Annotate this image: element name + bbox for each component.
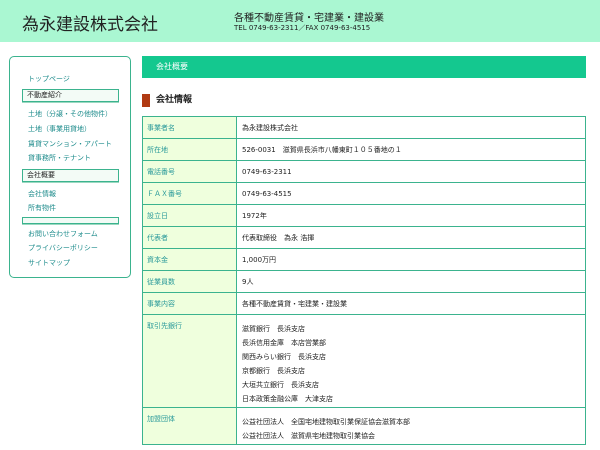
- sidebar-link-top[interactable]: トップページ: [28, 75, 70, 84]
- sidebar-item-sitemap[interactable]: サイトマップ: [28, 259, 70, 268]
- row-value: 各種不動産賃貸・宅建業・建設業: [242, 300, 347, 308]
- row-label: 資本金: [147, 256, 168, 264]
- sidebar-item-company-info[interactable]: 会社情報: [28, 190, 56, 199]
- row-value: 1972年: [242, 212, 267, 220]
- sidebar-item-properties[interactable]: 所有物件: [28, 204, 56, 213]
- table-row: 資本金 1,000万円: [143, 249, 585, 271]
- sidebar-item-privacy-policy[interactable]: プライバシーポリシー: [28, 244, 98, 253]
- page-banner: 会社概要: [142, 56, 586, 78]
- sidebar-item-land-business[interactable]: 土地（事業用貸地）: [28, 125, 91, 134]
- row-label: 事業内容: [147, 300, 175, 308]
- header-tagline: 各種不動産賃貸・宅建業・建設業: [234, 13, 384, 24]
- table-row: 電話番号 0749-63-2311: [143, 161, 585, 183]
- table-row: 事業者名 為永建設株式会社: [143, 116, 585, 139]
- row-value: 0749-63-4515: [242, 190, 292, 198]
- sidebar-heading-real-estate: 不動産紹介: [22, 89, 119, 102]
- row-label: 代表者: [147, 234, 168, 242]
- table-row: 代表者 代表取締役 為永 浩揮: [143, 227, 585, 249]
- table-row: 事業内容 各種不動産賃貸・宅建業・建設業: [143, 293, 585, 315]
- row-label: 取引先銀行: [147, 322, 182, 330]
- row-value: 滋賀銀行 長浜支店 長浜信用金庫 本店営業部 関西みらい銀行 長浜支店 京都銀行…: [242, 325, 333, 403]
- table-row: 加盟団体 公益社団法人 全国宅地建物取引業保証協会滋賀本部 公益社団法人 滋賀県…: [143, 408, 585, 445]
- sidebar-item-offices[interactable]: 貸事務所・テナント: [28, 154, 91, 163]
- sidebar-item-apartments[interactable]: 賃貸マンション・アパート: [28, 140, 112, 149]
- sidebar-heading-company: 会社概要: [22, 169, 119, 182]
- table-row: 取引先銀行 滋賀銀行 長浜支店 長浜信用金庫 本店営業部 関西みらい銀行 長浜支…: [143, 315, 585, 408]
- row-value: 526-0031 滋賀県長浜市八幡東町１０５番地の１: [242, 146, 402, 154]
- row-label: 事業者名: [147, 124, 175, 132]
- row-value: 1,000万円: [242, 256, 277, 264]
- header-contact: TEL 0749-63-2311／FAX 0749-63-4515: [234, 24, 371, 32]
- section-title: 会社情報: [156, 95, 193, 105]
- row-label: 従業員数: [147, 278, 175, 286]
- sidebar-nav: トップページ 不動産紹介 土地（分譲・その他物件） 土地（事業用貸地） 賃貸マン…: [9, 56, 131, 278]
- page-title: 会社概要: [156, 62, 188, 71]
- company-info-table: 事業者名 為永建設株式会社 所在地 526-0031 滋賀県長浜市八幡東町１０５…: [142, 116, 586, 445]
- sidebar-item-contact-form[interactable]: お問い合わせフォーム: [28, 230, 98, 239]
- row-label: 設立日: [147, 212, 168, 220]
- table-row: ＦＡＸ番号 0749-63-4515: [143, 183, 585, 205]
- company-logo-text[interactable]: 為永建設株式会社: [22, 10, 158, 35]
- row-value: 9人: [242, 278, 254, 286]
- row-value: 0749-63-2311: [242, 168, 292, 176]
- table-row: 所在地 526-0031 滋賀県長浜市八幡東町１０５番地の１: [143, 139, 585, 161]
- row-label: ＦＡＸ番号: [147, 190, 182, 198]
- row-value: 代表取締役 為永 浩揮: [242, 234, 315, 242]
- row-label: 電話番号: [147, 168, 175, 176]
- section-marker: [142, 94, 150, 107]
- table-row: 設立日 1972年: [143, 205, 585, 227]
- sidebar-heading-empty: [22, 217, 119, 224]
- sidebar-item-land-sale[interactable]: 土地（分譲・その他物件）: [28, 110, 112, 119]
- site-header: 為永建設株式会社 各種不動産賃貸・宅建業・建設業 TEL 0749-63-231…: [0, 0, 600, 42]
- row-label: 加盟団体: [147, 415, 175, 423]
- row-label: 所在地: [147, 146, 168, 154]
- row-value: 公益社団法人 全国宅地建物取引業保証協会滋賀本部 公益社団法人 滋賀県宅地建物取…: [242, 418, 410, 440]
- table-row: 従業員数 9人: [143, 271, 585, 293]
- row-value: 為永建設株式会社: [242, 124, 298, 132]
